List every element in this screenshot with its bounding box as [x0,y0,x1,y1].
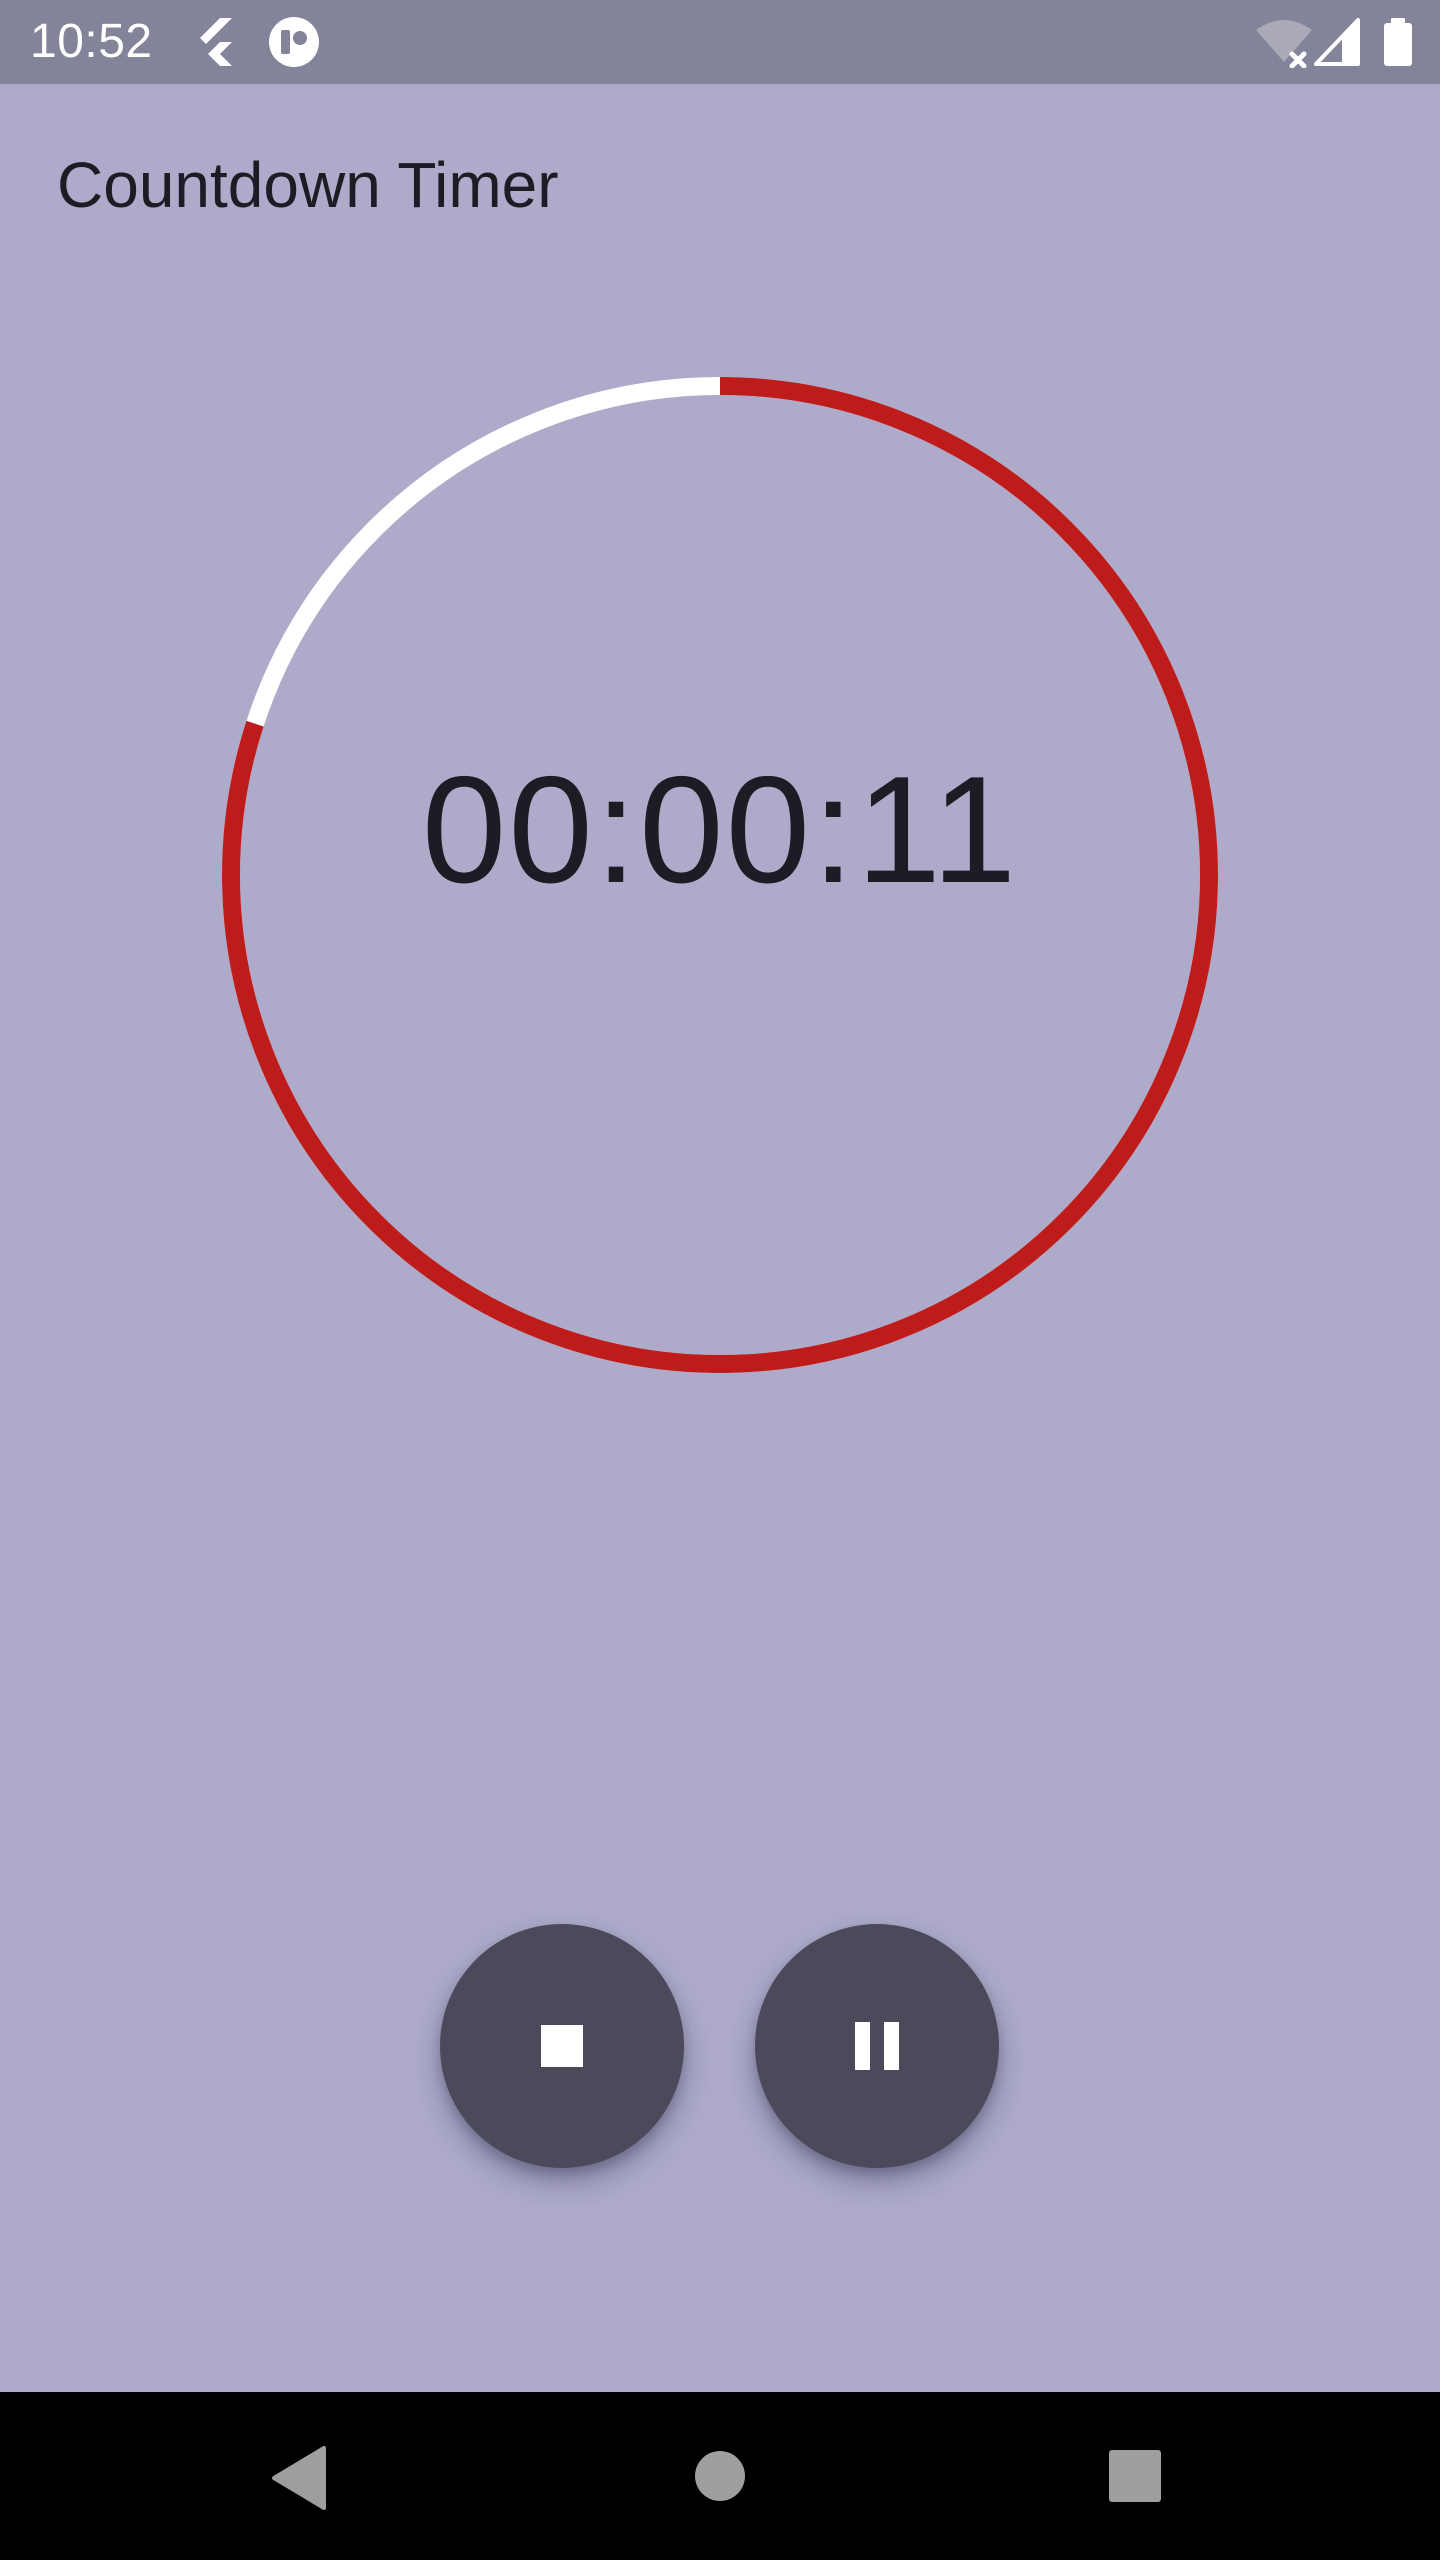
back-button[interactable] [200,2392,400,2560]
timer-display: 00:00:11 [421,745,1019,915]
stop-button[interactable] [440,1924,684,2168]
app-screen: 10:52 Countdown Timer 00:00:11 [0,0,1440,2560]
home-icon [695,2451,745,2501]
stop-icon [541,2025,583,2067]
navigation-bar [0,2392,1440,2560]
timer-progress-ring [222,377,1218,1373]
pause-icon [855,2022,899,2070]
recents-icon [1109,2450,1161,2502]
back-icon [272,2446,326,2510]
home-button[interactable] [620,2392,820,2560]
pause-button[interactable] [755,1924,999,2168]
recents-button[interactable] [1034,2392,1234,2560]
